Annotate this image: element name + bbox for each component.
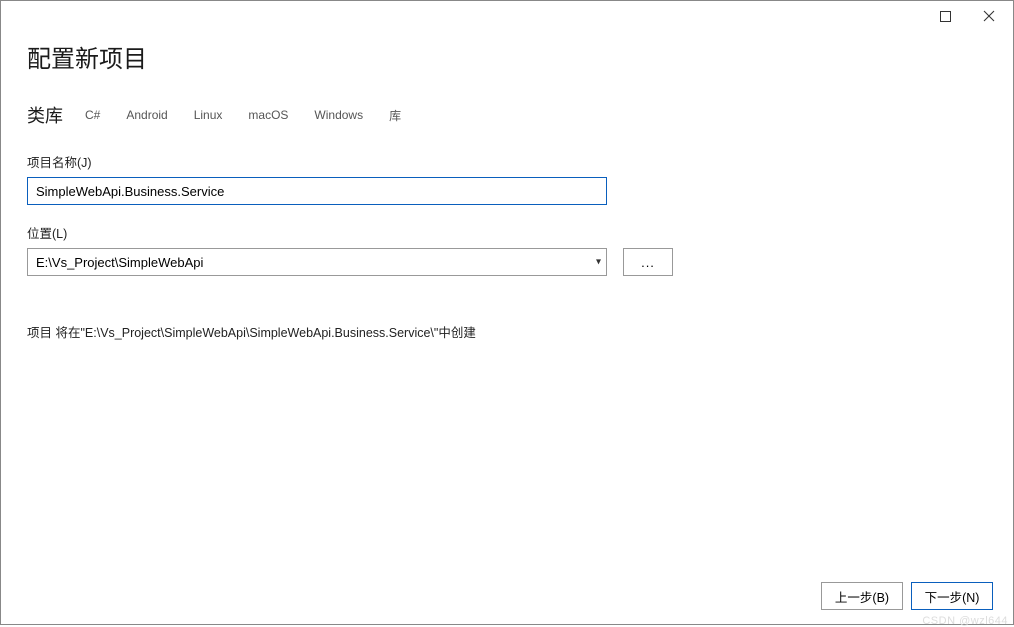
template-row: 类库 C# Android Linux macOS Windows 库 (27, 102, 987, 128)
close-icon (983, 10, 995, 22)
template-name: 类库 (27, 102, 63, 128)
location-input[interactable] (27, 248, 607, 276)
tag-windows: Windows (310, 106, 367, 124)
next-button[interactable]: 下一步(N) (911, 582, 993, 610)
tag-macos: macOS (244, 106, 292, 124)
back-button[interactable]: 上一步(B) (821, 582, 903, 610)
close-button[interactable] (967, 2, 1011, 30)
page-title: 配置新项目 (27, 39, 987, 74)
project-name-label: 项目名称(J) (27, 152, 987, 171)
maximize-button[interactable] (923, 2, 967, 30)
browse-button[interactable]: ... (623, 248, 673, 276)
maximize-icon (940, 11, 951, 22)
location-label: 位置(L) (27, 223, 987, 242)
tag-linux: Linux (190, 106, 227, 124)
tag-library: 库 (385, 105, 405, 126)
tag-android: Android (122, 106, 171, 124)
project-name-input[interactable] (27, 177, 607, 205)
tag-csharp: C# (81, 106, 104, 124)
project-path-info: 项目 将在"E:\Vs_Project\SimpleWebApi\SimpleW… (27, 322, 987, 341)
titlebar (1, 1, 1013, 31)
